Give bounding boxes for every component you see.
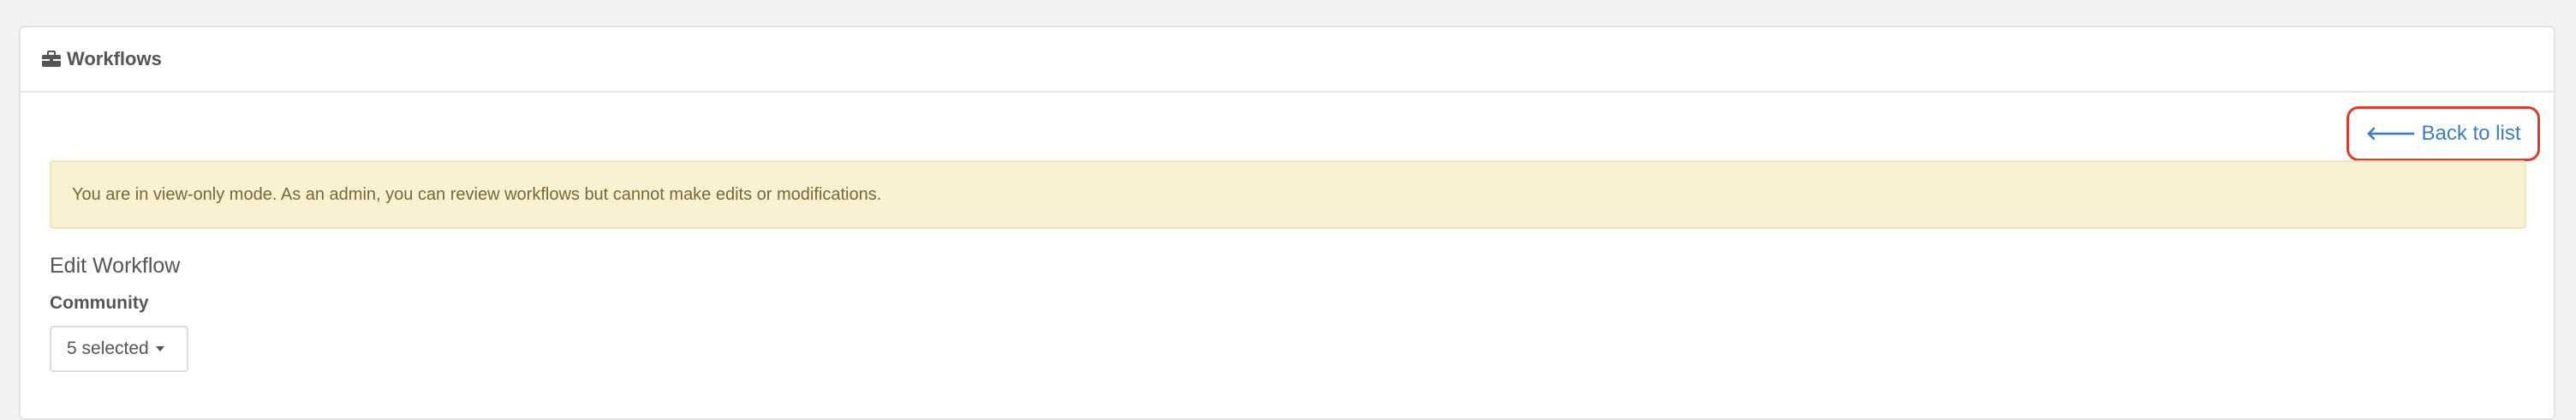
panel-heading: Workflows (21, 27, 2554, 93)
arrow-left-icon: 🡐 (2365, 123, 2417, 144)
community-select[interactable]: 5 selected (50, 326, 188, 372)
alert-message: You are in view-only mode. As an admin, … (72, 184, 882, 204)
panel-title: Workflows (67, 48, 162, 69)
briefcase-icon (41, 51, 62, 68)
back-to-list-label: Back to list (2421, 122, 2521, 145)
view-only-alert: You are in view-only mode. As an admin, … (50, 160, 2526, 229)
back-to-list-button[interactable]: 🡐 Back to list (2346, 106, 2540, 161)
community-label: Community (50, 293, 149, 313)
workflows-panel: Workflows 🡐 Back to list You are in view… (19, 26, 2555, 420)
community-select-value: 5 selected (67, 339, 149, 358)
caret-down-icon (155, 346, 164, 351)
form-title: Edit Workflow (50, 254, 181, 278)
